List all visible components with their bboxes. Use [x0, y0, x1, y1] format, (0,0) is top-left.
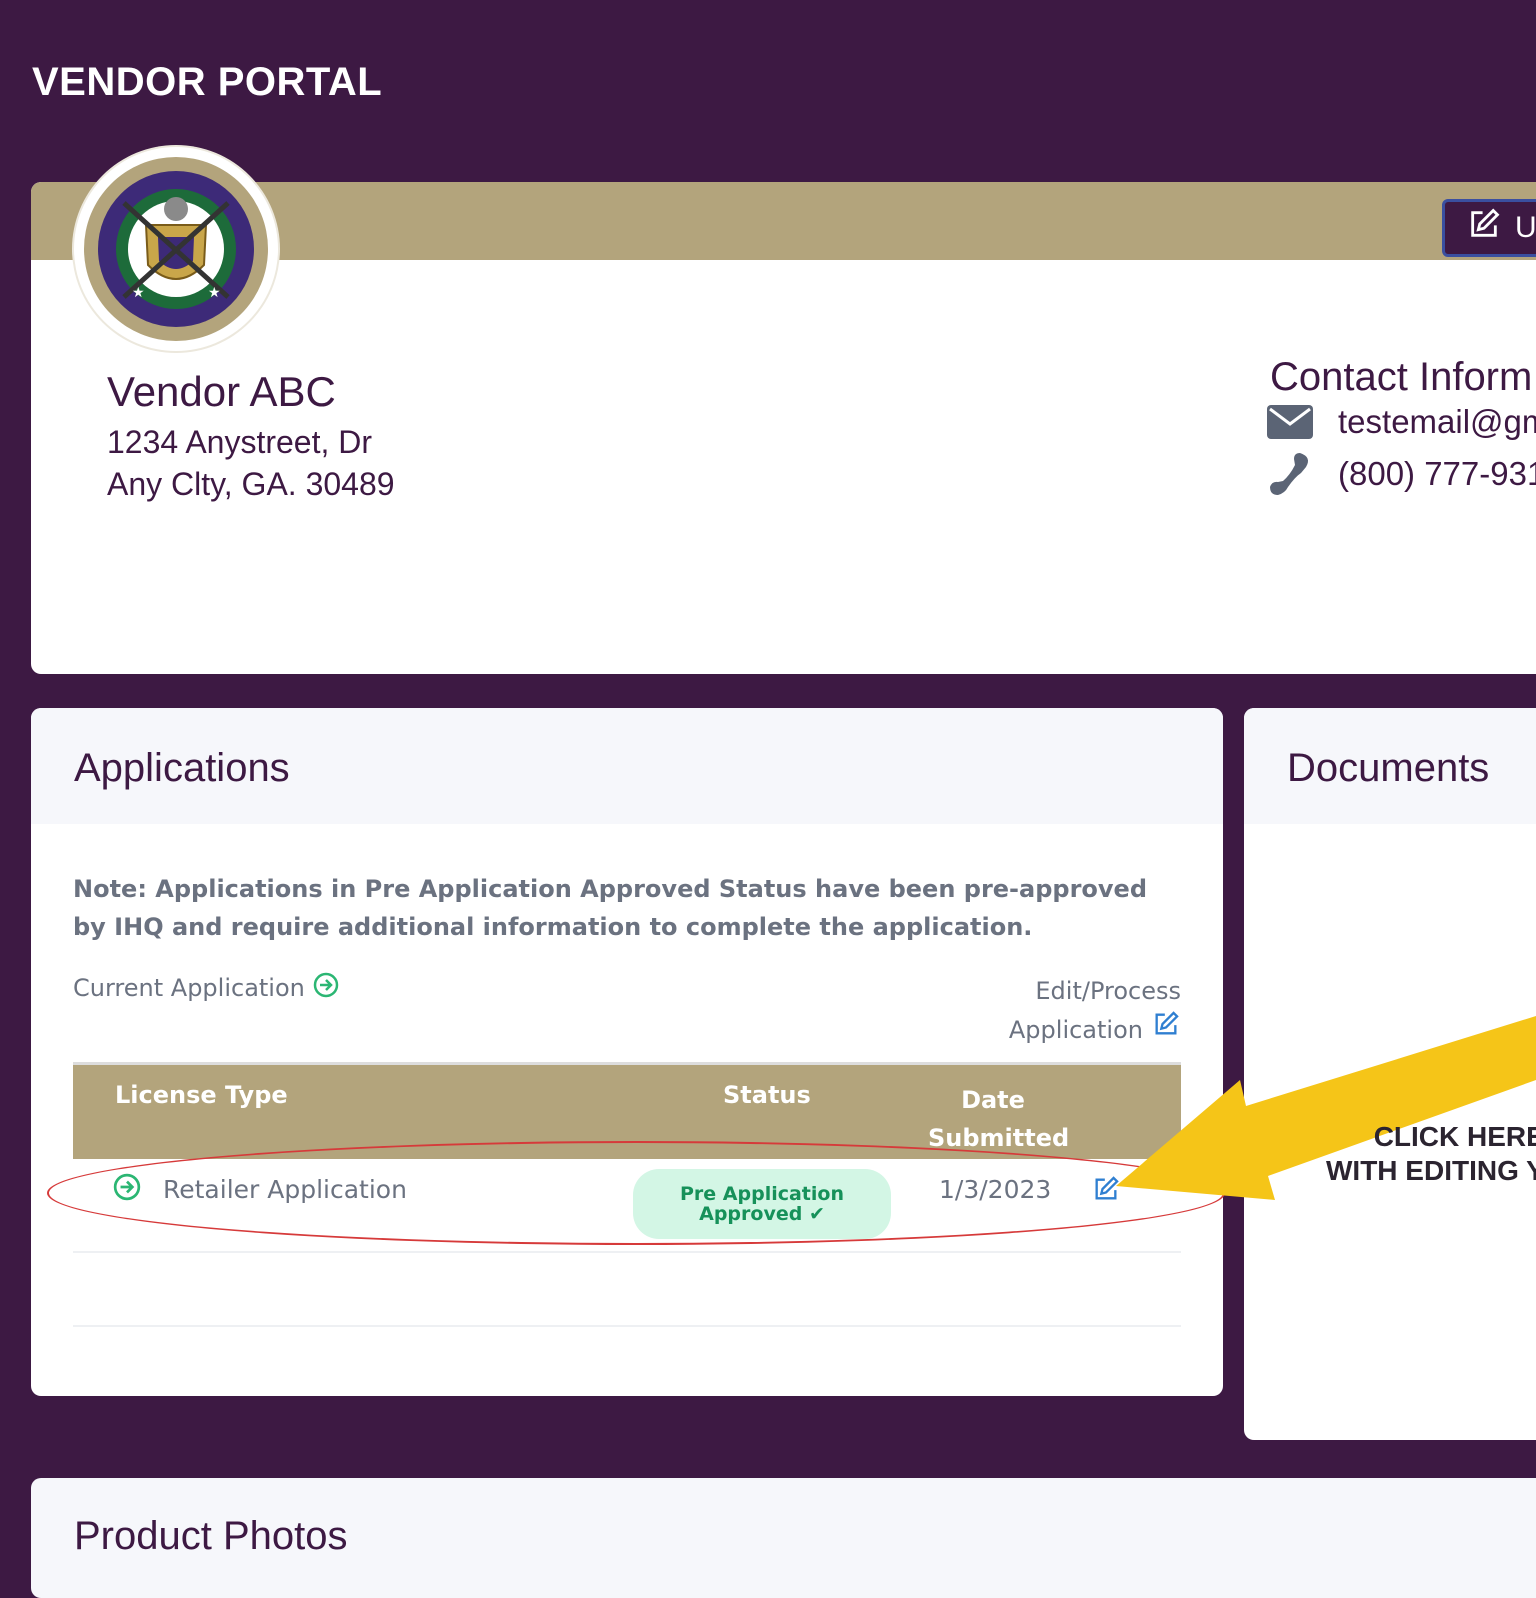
arrow-circle-right-icon — [313, 972, 339, 1004]
contact-email[interactable]: testemail@gm — [1338, 403, 1536, 441]
documents-title: Documents — [1287, 746, 1490, 790]
contact-info-title: Contact Inform — [1270, 355, 1533, 399]
annotation-line-2: WITH EDITING Y — [1326, 1155, 1536, 1186]
current-application-legend: Current Application — [73, 972, 339, 1004]
applications-header: Applications — [31, 708, 1223, 824]
phone-icon — [1266, 452, 1314, 496]
update-profile-button[interactable]: U — [1442, 199, 1536, 257]
column-status: Status — [723, 1081, 811, 1109]
annotation-text: CLICK HERE WITH EDITING Y — [1326, 1120, 1536, 1188]
applications-note: Note: Applications in Pre Application Ap… — [73, 875, 1147, 941]
address-line-2: Any Clty, GA. 30489 — [107, 466, 395, 502]
product-photos-title: Product Photos — [74, 1514, 348, 1558]
annotation-line-1: CLICK HERE — [1373, 1121, 1536, 1152]
applications-title: Applications — [74, 746, 290, 790]
status-badge: Pre Application Approved ✔ — [633, 1169, 891, 1239]
vendor-name: Vendor ABC — [107, 368, 336, 415]
contact-phone-row: (800) 777-931 — [1266, 452, 1536, 496]
update-button-label: U — [1515, 211, 1536, 244]
contact-phone[interactable]: (800) 777-931 — [1338, 455, 1536, 493]
table-row: Retailer Application Pre Application App… — [73, 1159, 1181, 1253]
product-photos-card: Product Photos — [31, 1478, 1536, 1598]
column-date-line1: Date — [961, 1086, 1025, 1114]
applications-card: Applications Note: Applications in Pre A… — [31, 708, 1223, 1396]
date-submitted-cell: 1/3/2023 — [939, 1175, 1052, 1204]
license-type-cell: Retailer Application — [163, 1175, 407, 1204]
arrow-circle-right-icon[interactable] — [113, 1173, 141, 1205]
status-badge-line1: Pre Application — [680, 1183, 844, 1205]
fraternity-logo: ★ ★ — [74, 147, 278, 351]
page-title: VENDOR PORTAL — [32, 60, 383, 104]
column-date-submitted: Date Submitted — [928, 1081, 1070, 1157]
address-line-1: 1234 Anystreet, Dr — [107, 424, 373, 460]
contact-email-row: testemail@gm — [1266, 400, 1536, 444]
table-header: License Type Status Date Submitted — [73, 1062, 1181, 1159]
current-application-label: Current Application — [73, 974, 305, 1002]
column-date-line2: Submitted — [928, 1124, 1070, 1152]
applications-table: License Type Status Date Submitted Retai… — [73, 1062, 1181, 1327]
envelope-icon — [1266, 400, 1314, 444]
column-license-type: License Type — [115, 1081, 288, 1109]
documents-header: Documents — [1244, 708, 1536, 824]
svg-text:★: ★ — [208, 285, 221, 301]
table-row-empty — [73, 1253, 1181, 1327]
svg-text:★: ★ — [132, 285, 145, 301]
status-badge-line2: Approved ✔ — [699, 1203, 825, 1225]
edit-icon — [1467, 207, 1501, 249]
